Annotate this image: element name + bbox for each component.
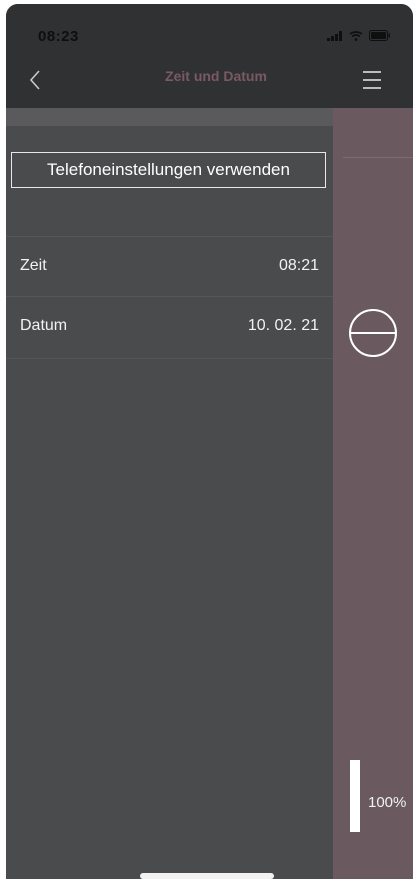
side-divider	[343, 157, 413, 158]
status-bar: 08:23	[6, 4, 413, 50]
back-button[interactable]	[20, 60, 50, 100]
level-text: 100%	[368, 794, 407, 811]
date-label: Datum	[20, 317, 68, 334]
minus-circle-icon[interactable]	[347, 307, 399, 359]
signal-icon	[327, 30, 342, 41]
hamburger-menu-icon	[363, 71, 381, 73]
date-row[interactable]: Datum 10. 02. 21	[6, 296, 333, 356]
time-row[interactable]: Zeit 08:21	[6, 236, 333, 296]
settings-panel: Telefoneinstellungen verwenden Zeit 08:2…	[6, 108, 333, 879]
hamburger-line	[363, 79, 381, 81]
page-title: Zeit und Datum	[165, 68, 267, 84]
home-indicator	[140, 873, 274, 879]
level-bar	[350, 760, 360, 832]
status-icons	[327, 30, 391, 41]
panel-top-strip	[6, 108, 333, 126]
wifi-icon	[349, 30, 363, 41]
menu-button[interactable]	[359, 64, 389, 94]
hamburger-line	[363, 87, 381, 89]
time-value: 08:21	[278, 257, 319, 274]
app-screen: 08:23 Zeit und Datum Telefoneinstellunge…	[6, 4, 413, 879]
divider	[6, 358, 333, 359]
navigation-bar: Zeit und Datum	[6, 50, 413, 108]
chevron-left-icon	[29, 70, 40, 90]
use-phone-settings-button[interactable]: Telefoneinstellungen verwenden	[11, 152, 326, 188]
battery-icon	[369, 30, 390, 41]
time-label: Zeit	[20, 257, 47, 274]
date-value: 10. 02. 21	[247, 317, 319, 334]
status-time: 08:23	[38, 28, 79, 45]
side-panel: 100%	[333, 108, 413, 879]
